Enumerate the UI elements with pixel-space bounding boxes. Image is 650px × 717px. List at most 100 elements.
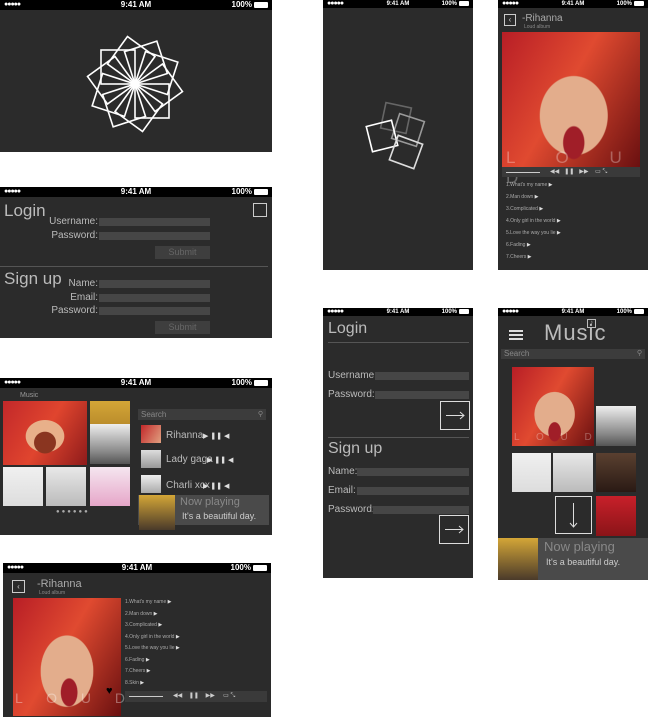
username-label: Username: [328,370,377,381]
track-item[interactable]: 2.Man down ▶ [125,611,157,617]
play-icon[interactable]: ▶ [538,206,543,212]
search-input[interactable]: Search ⚲ [501,349,645,359]
play-icon[interactable]: ▶ [166,599,172,605]
album-art-gaga[interactable] [46,467,86,506]
play-icon[interactable]: ▶ [555,218,561,224]
album-art-rihanna[interactable] [3,401,87,465]
login-title: Login [328,320,368,337]
battery-indicator: 100% [442,0,469,8]
track-label: 4.Only girl in the world [506,218,556,224]
name-field[interactable] [357,468,469,476]
signup-submit-button[interactable]: Submit [155,321,210,334]
progress-bar[interactable] [129,696,163,697]
album-art-beyonce[interactable] [596,406,636,446]
play-icon[interactable]: ▶ [555,230,561,236]
now-playing-title: Now playing [180,496,240,508]
track-item[interactable]: 7.Cheers ▶ [125,668,151,674]
play-icon[interactable]: ▶ [525,242,531,248]
heart-icon[interactable]: ♥ [106,685,113,697]
signup-title: Sign up [328,440,383,457]
signup-password-label: Password: [51,305,98,316]
search-placeholder: Search [141,410,167,419]
page-indicator[interactable]: ●●●●●● [56,509,90,515]
album-art-lorde[interactable] [3,467,43,506]
battery-icon [254,380,268,386]
track-item[interactable]: 1.What's my name ▶ [506,182,552,188]
row-controls[interactable]: ▶ ❚❚ ◀ [207,456,233,464]
now-playing-thumb [139,495,175,530]
password-field[interactable] [99,232,210,240]
signup-password-field[interactable] [373,506,469,514]
playback-buttons[interactable]: ◀◀ ❚❚ ▶▶ ▭ ⤡ [550,168,607,176]
track-label: 6.Fading [506,242,526,248]
album-art-nicki[interactable] [596,453,636,492]
track-item[interactable]: 4.Only girl in the world ▶ [506,218,561,224]
screen-splash-portrait: ●●●●● 9:41 AM 100% [323,0,473,270]
track-item[interactable]: 3.Complicated ▶ [506,206,543,212]
back-button[interactable]: ‹ [12,580,25,593]
battery-icon [634,1,644,6]
play-icon[interactable]: ▶ [547,182,553,188]
email-field[interactable] [99,294,210,302]
signup-password-label: Password: [328,504,375,515]
play-icon[interactable]: ▶ [144,657,150,663]
play-icon[interactable]: ▶ [533,194,539,200]
now-playing-song: It's a beautiful day. [182,511,257,521]
track-item[interactable]: 6.Fading ▶ [506,242,531,248]
username-field[interactable] [375,372,469,380]
password-field[interactable] [375,391,469,399]
track-item[interactable]: 7.Cheers ▶ [506,254,532,260]
close-box-icon[interactable] [253,203,267,217]
album-art-lorde[interactable] [512,453,551,492]
login-submit-arrow-button[interactable] [440,401,470,430]
album-art-beyonce[interactable] [90,424,130,464]
track-item[interactable]: 5.Love the way you lie ▶ [125,645,180,651]
play-icon[interactable]: ▶ [526,254,532,260]
password-label: Password: [51,230,98,241]
row-name-gaga[interactable]: Lady gaga [166,454,213,465]
battery-indicator: 100% [617,308,644,316]
progress-bar[interactable] [506,172,540,173]
logo-icon [365,101,426,170]
scroll-down-button[interactable] [555,496,592,534]
signup-password-field[interactable] [99,307,210,315]
email-field[interactable] [357,487,469,495]
album-art-nicki[interactable] [90,467,130,506]
track-item[interactable]: 5.Love the way you lie ▶ [506,230,561,236]
track-label: 2.Man down [125,610,153,617]
name-field[interactable] [99,280,210,288]
email-label: Email: [328,485,356,496]
track-item[interactable]: 8.Skin ▶ [125,680,144,686]
screen-login-landscape: ●●●●● 9:41 AM 100% Login Username: Passw… [0,187,272,338]
search-icon: ⚲ [257,411,263,418]
row-controls[interactable]: ▶ ❚❚ ◀ [203,482,229,490]
username-field[interactable] [99,218,210,226]
menu-icon[interactable] [509,330,523,340]
search-input[interactable]: Search ⚲ [138,409,266,420]
album-art-gaga[interactable] [553,453,593,492]
row-controls[interactable]: ▶ ❚❚ ◀ [203,432,229,440]
album-artist: -Rihanna [522,13,563,24]
playback-buttons[interactable]: ◀◀ ❚❚ ▶▶ ▭ ⤡ [173,692,235,700]
row-name-rihanna[interactable]: Rihanna [166,430,203,441]
logo-icon [86,35,184,133]
play-icon[interactable]: ▶ [152,611,158,617]
play-icon[interactable]: ▶ [174,645,180,651]
password-label: Password: [328,389,375,400]
play-icon[interactable]: ▶ [157,622,162,628]
login-submit-button[interactable]: Submit [155,246,210,259]
track-label: 7.Cheers [506,254,527,260]
signup-submit-arrow-button[interactable] [439,515,469,544]
track-item[interactable]: 4.Only girl in the world ▶ [125,634,180,640]
track-item[interactable]: 6.Fading ▶ [125,657,150,663]
album-art-guetta[interactable] [596,496,636,536]
track-item[interactable]: 2.Man down ▶ [506,194,538,200]
play-icon[interactable]: ▶ [145,668,151,674]
tab-music[interactable]: Music [20,392,38,399]
play-icon[interactable]: ▶ [139,680,144,686]
track-item[interactable]: 3.Complicated ▶ [125,622,162,628]
back-button[interactable]: ‹ [504,14,516,26]
track-item[interactable]: 1.What's my name ▶ [125,599,171,605]
track-label: 3.Complicated [125,622,157,628]
play-icon[interactable]: ▶ [174,634,180,640]
